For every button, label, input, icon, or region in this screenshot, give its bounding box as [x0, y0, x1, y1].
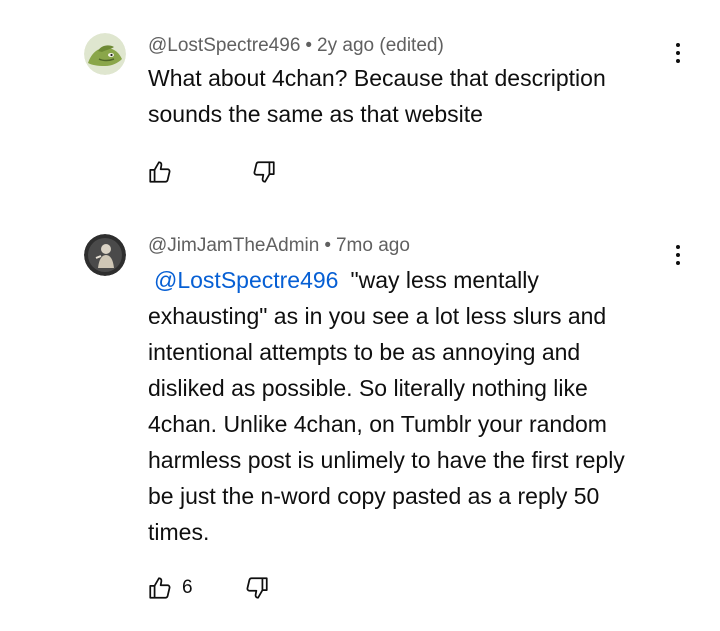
like-button[interactable]: [146, 158, 174, 186]
comment-meta: @LostSpectre496 • 2y ago (edited): [148, 35, 444, 57]
author-name[interactable]: @JimJamTheAdmin: [148, 235, 319, 256]
meta-separator: •: [305, 35, 313, 56]
comment-actions: [146, 158, 278, 186]
dark-figure-avatar-icon: [84, 234, 126, 276]
reply-text: "way less mentally exhausting" as in you…: [148, 267, 625, 545]
comment-actions: 6: [146, 574, 271, 602]
like-count: 6: [182, 577, 193, 598]
more-options-icon[interactable]: [666, 240, 690, 270]
meta-separator: •: [324, 235, 331, 256]
comment-meta: @JimJamTheAdmin • 7mo ago: [148, 235, 410, 257]
green-character-avatar-icon: [84, 33, 126, 75]
dislike-button[interactable]: [243, 574, 271, 602]
more-options-icon[interactable]: [666, 38, 690, 68]
like-icon: [149, 577, 171, 599]
avatar[interactable]: [84, 33, 126, 75]
comment-time: 7mo ago: [335, 235, 410, 256]
dislike-icon: [246, 577, 268, 599]
avatar[interactable]: [84, 234, 126, 276]
dislike-button[interactable]: [250, 158, 278, 186]
like-button[interactable]: [146, 574, 174, 602]
reply-mention[interactable]: @LostSpectre496: [148, 267, 338, 293]
comment-text: What about 4chan? Because that descripti…: [148, 65, 606, 127]
author-name[interactable]: @LostSpectre496: [148, 35, 300, 56]
comment-time: 2y ago (edited): [317, 35, 444, 56]
comment-text: @LostSpectre496 "way less mentally exhaus…: [148, 262, 668, 550]
dislike-icon: [253, 161, 275, 183]
like-icon: [149, 161, 171, 183]
